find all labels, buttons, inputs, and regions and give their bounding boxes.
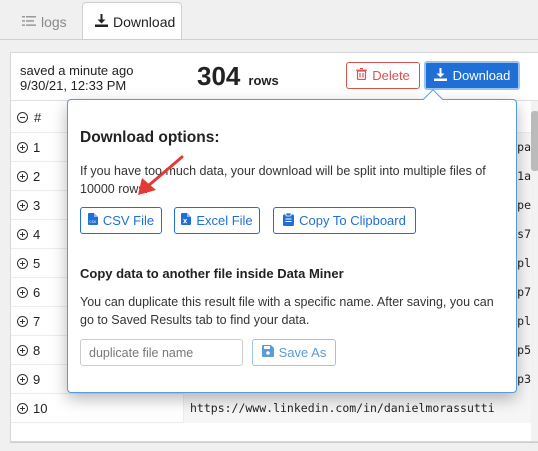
- svg-text:CSV: CSV: [89, 220, 97, 224]
- download-options-description: If you have too much data, your download…: [80, 164, 486, 196]
- row-index: 4: [33, 227, 41, 242]
- row-expand-toggle[interactable]: 7: [17, 314, 40, 329]
- row-expand-toggle[interactable]: 8: [17, 343, 40, 358]
- table-cell: https://www.linkedin.com/in/danielmorass…: [183, 394, 538, 423]
- row-expand-toggle[interactable]: 6: [17, 285, 40, 300]
- row-expand-toggle[interactable]: 2: [17, 169, 40, 184]
- save-as-label: Save As: [278, 345, 327, 360]
- scrollbar-thumb[interactable]: [531, 111, 538, 171]
- download-label: Download: [452, 68, 511, 83]
- tab-bar: logs Download: [0, 0, 538, 40]
- copy-to-clipboard-label: Copy To Clipboard: [299, 213, 406, 228]
- plus-circle-icon: [17, 345, 28, 356]
- row-index: 10: [33, 401, 48, 416]
- saved-info: saved a minute ago 9/30/21, 12:33 PM: [20, 63, 133, 93]
- download-button[interactable]: Download: [424, 61, 520, 90]
- tab-logs[interactable]: logs: [10, 4, 75, 40]
- row-count-unit: rows: [248, 73, 279, 88]
- saved-time-relative: saved a minute ago: [20, 63, 134, 78]
- save-icon: [261, 345, 274, 360]
- row-index: 1: [33, 140, 41, 155]
- tab-download[interactable]: Download: [82, 2, 182, 40]
- plus-circle-icon: [17, 229, 28, 240]
- row-index: 9: [33, 372, 41, 387]
- copy-data-title: Copy data to another file inside Data Mi…: [80, 266, 344, 281]
- plus-circle-icon: [17, 171, 28, 182]
- plus-circle-icon: [17, 200, 28, 211]
- index-column-header: #: [34, 110, 42, 125]
- row-expand-toggle[interactable]: 5: [17, 256, 40, 271]
- delete-button[interactable]: Delete: [346, 62, 420, 89]
- results-header: saved a minute ago 9/30/21, 12:33 PM 304…: [11, 53, 538, 101]
- collapse-all-toggle[interactable]: #: [17, 110, 41, 125]
- row-expand-toggle[interactable]: 3: [17, 198, 40, 213]
- table-row[interactable]: 10 https://www.linkedin.com/in/danielmor…: [11, 394, 538, 423]
- row-count-number: 304: [197, 61, 241, 91]
- excel-file-button[interactable]: Excel File: [174, 207, 260, 234]
- tab-divider: [0, 39, 538, 40]
- row-index: 8: [33, 343, 41, 358]
- plus-circle-icon: [17, 374, 28, 385]
- row-expand-toggle[interactable]: 9: [17, 372, 40, 387]
- row-index: 7: [33, 314, 41, 329]
- plus-circle-icon: [17, 287, 28, 298]
- excel-file-label: Excel File: [196, 213, 253, 228]
- plus-circle-icon: [17, 142, 28, 153]
- minus-circle-icon: [17, 112, 28, 123]
- download-options-title: Download options:: [80, 129, 220, 146]
- plus-circle-icon: [17, 258, 28, 269]
- list-icon: [22, 14, 36, 30]
- trash-icon: [356, 68, 368, 83]
- tab-logs-label: logs: [41, 14, 67, 30]
- copy-data-description: You can duplicate this result file with …: [80, 295, 494, 327]
- clipboard-icon: [283, 212, 295, 229]
- csv-file-label: CSV File: [102, 213, 155, 228]
- tab-download-label: Download: [113, 13, 176, 30]
- plus-circle-icon: [17, 316, 28, 327]
- row-index: 3: [33, 198, 41, 213]
- row-expand-toggle[interactable]: 4: [17, 227, 40, 242]
- row-expand-toggle[interactable]: 1: [17, 140, 40, 155]
- file-excel-icon: [181, 213, 192, 228]
- csv-file-button[interactable]: CSV CSV File: [80, 207, 162, 234]
- row-index: 5: [33, 256, 41, 271]
- bottom-divider: [10, 442, 538, 443]
- plus-circle-icon: [17, 403, 28, 414]
- row-expand-toggle[interactable]: 10: [17, 401, 47, 416]
- download-icon: [95, 13, 108, 30]
- saved-timestamp: 9/30/21, 12:33 PM: [20, 78, 127, 93]
- download-options-popover: Download options: If you have too much d…: [67, 89, 517, 393]
- table-scrollbar[interactable]: [531, 101, 538, 441]
- row-index: 6: [33, 285, 41, 300]
- row-count: 304 rows: [197, 61, 279, 92]
- save-as-button[interactable]: Save As: [252, 339, 336, 366]
- delete-label: Delete: [372, 68, 410, 83]
- duplicate-file-name-input[interactable]: [80, 339, 243, 366]
- file-csv-icon: CSV: [87, 213, 98, 228]
- copy-to-clipboard-button[interactable]: Copy To Clipboard: [273, 207, 416, 234]
- row-index: 2: [33, 169, 41, 184]
- download-icon: [433, 67, 447, 84]
